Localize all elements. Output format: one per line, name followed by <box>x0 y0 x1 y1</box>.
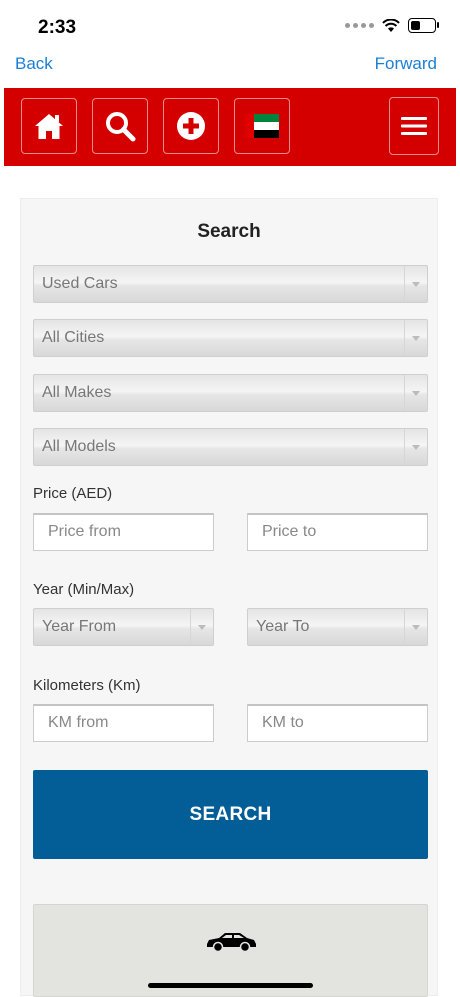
status-time: 2:33 <box>38 17 77 38</box>
chevron-down-icon <box>404 266 427 302</box>
cellular-signal-icon <box>345 23 374 28</box>
search-icon <box>106 112 136 142</box>
search-title: Search <box>197 221 261 242</box>
car-icon <box>207 933 256 953</box>
home-indicator[interactable] <box>148 983 313 988</box>
chevron-down-icon <box>404 429 427 465</box>
price-label: Price (AED) <box>33 485 113 502</box>
search-submit-button[interactable]: SEARCH <box>33 770 428 859</box>
year-to-value: Year To <box>256 618 310 635</box>
price-from-input[interactable]: Price from <box>33 513 214 551</box>
year-to-select[interactable]: Year To <box>247 608 428 646</box>
back-button[interactable]: Back <box>15 54 53 74</box>
km-to-input[interactable]: KM to <box>247 704 428 742</box>
chevron-down-icon <box>404 375 427 411</box>
category-select-value: Used Cars <box>42 275 118 292</box>
chevron-down-icon <box>190 609 213 645</box>
add-listing-button[interactable] <box>163 98 219 154</box>
wifi-icon <box>382 18 400 32</box>
city-select[interactable]: All Cities <box>33 319 428 357</box>
category-select[interactable]: Used Cars <box>33 265 428 303</box>
menu-icon <box>401 117 427 135</box>
search-panel: Search Used Cars All Cities All Makes Al… <box>20 198 438 997</box>
price-from-placeholder: Price from <box>48 523 121 540</box>
status-bar: 2:33 <box>0 0 460 50</box>
site-header <box>4 88 456 166</box>
chevron-down-icon <box>404 320 427 356</box>
system-icons <box>345 18 439 33</box>
home-button[interactable] <box>21 98 77 154</box>
model-select-value: All Models <box>42 438 116 455</box>
battery-icon <box>408 18 439 33</box>
km-from-placeholder: KM from <box>48 714 109 731</box>
price-to-input[interactable]: Price to <box>247 513 428 551</box>
make-select-value: All Makes <box>42 384 112 401</box>
forward-button[interactable]: Forward <box>375 54 437 74</box>
year-from-select[interactable]: Year From <box>33 608 214 646</box>
km-label: Kilometers (Km) <box>33 677 141 694</box>
make-select[interactable]: All Makes <box>33 374 428 412</box>
menu-button[interactable] <box>389 97 439 155</box>
km-from-input[interactable]: KM from <box>33 704 214 742</box>
price-to-placeholder: Price to <box>262 523 317 540</box>
plus-circle-icon <box>177 112 205 140</box>
model-select[interactable]: All Models <box>33 428 428 466</box>
year-from-value: Year From <box>42 618 117 635</box>
search-button[interactable] <box>92 98 148 154</box>
city-select-value: All Cities <box>42 329 105 346</box>
km-to-placeholder: KM to <box>262 714 304 731</box>
chevron-down-icon <box>404 609 427 645</box>
year-label: Year (Min/Max) <box>33 581 135 598</box>
home-icon <box>35 114 63 139</box>
country-button[interactable] <box>234 98 290 154</box>
uae-flag-icon <box>245 114 279 138</box>
